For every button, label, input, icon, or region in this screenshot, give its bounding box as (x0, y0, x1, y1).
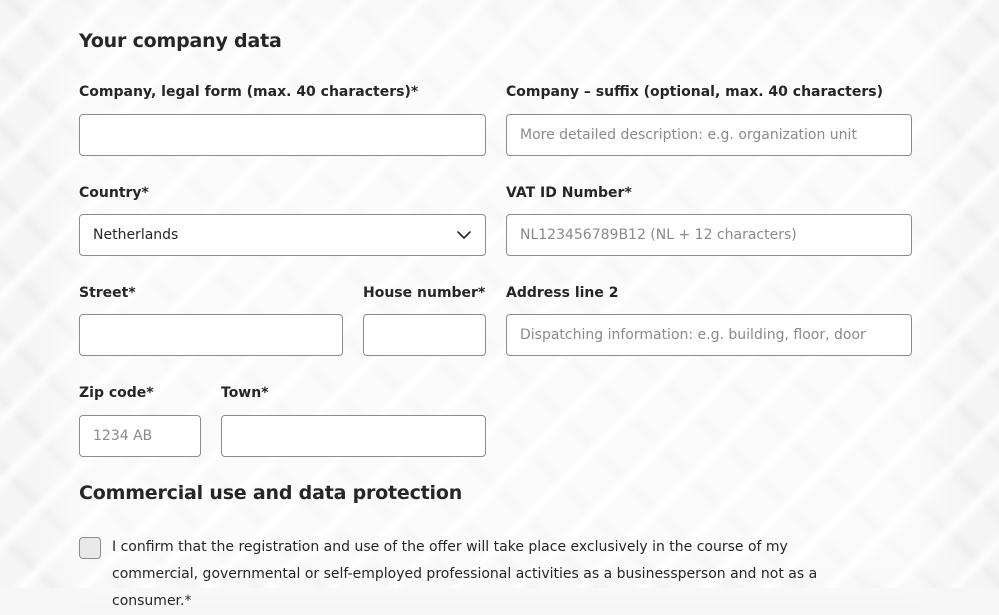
country-select[interactable]: Netherlands (79, 214, 486, 256)
vat-id-input[interactable] (506, 214, 912, 256)
town-label: Town* (221, 385, 269, 401)
country-label: Country* (79, 185, 149, 201)
chevron-down-icon (456, 227, 472, 243)
vat-label: VAT ID Number* (506, 185, 632, 201)
consent-checkbox[interactable] (79, 537, 101, 559)
zip-code-label: Zip code* (79, 385, 154, 401)
consent-text: I confirm that the registration and use … (112, 539, 818, 609)
company-input[interactable] (79, 114, 486, 156)
country-selected-value: Netherlands (93, 227, 179, 243)
company-label: Company, legal form (max. 40 characters)… (79, 84, 419, 100)
town-input[interactable] (221, 415, 486, 457)
company-data-form: Your company data Company, legal form (m… (0, 0, 999, 609)
address-line2-label: Address line 2 (506, 285, 619, 301)
house-number-label: House number* (363, 285, 486, 301)
company-suffix-label: Company – suffix (optional, max. 40 char… (506, 84, 883, 100)
section-title-commercial-use: Commercial use and data protection (79, 482, 463, 504)
zip-code-input[interactable] (79, 415, 201, 457)
street-label: Street* (79, 285, 136, 301)
company-suffix-input[interactable] (506, 114, 912, 156)
section-title-company-data: Your company data (79, 30, 282, 52)
address-line2-input[interactable] (506, 314, 912, 356)
house-number-input[interactable] (363, 314, 486, 356)
street-input[interactable] (79, 314, 343, 356)
